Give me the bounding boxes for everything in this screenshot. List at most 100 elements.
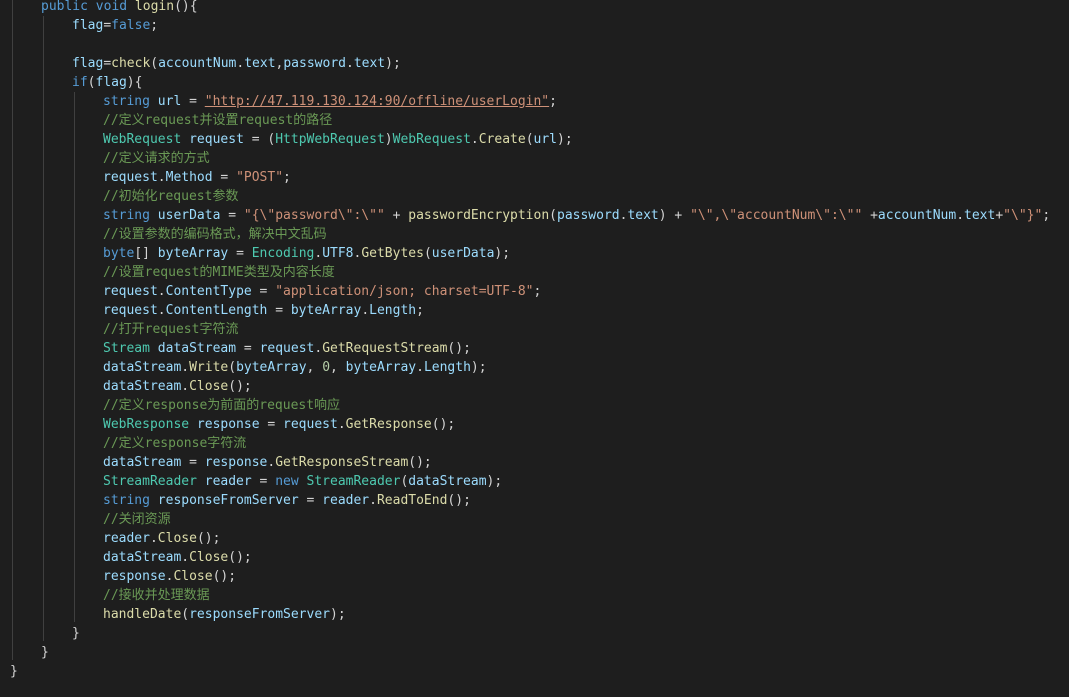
code-line[interactable]: dataStream = response.GetResponseStream(… [103,453,432,472]
code-token: = [267,303,291,318]
code-token: . [157,284,166,299]
code-token: userData [431,246,495,261]
code-line[interactable]: //设置参数的编码格式，解决中文乱码 [103,225,327,244]
code-token: = [259,417,284,432]
code-line[interactable]: //设置request的MIME类型及内容长度 [103,263,335,282]
code-editor[interactable]: public void login(){flag=false; flag=chec… [0,0,1069,697]
code-token: text [353,56,386,71]
code-token: = [103,18,112,33]
code-token: (); [408,455,432,470]
code-token: (); [212,569,237,584]
code-token: //关闭资源 [103,512,171,527]
code-token: //定义response字符流 [103,436,247,451]
code-line[interactable]: flag=check(accountNum.text,password.text… [72,54,401,73]
code-line[interactable]: request.ContentType = "application/json;… [103,282,541,301]
code-token: + [384,208,409,223]
code-token: byteArray [236,360,307,375]
code-line[interactable]: //打开request字符流 [103,320,238,339]
code-line[interactable]: //定义response为前面的request响应 [103,396,340,415]
code-token: Length [369,303,417,318]
code-token: "http://47.119.130.124:90/offline/userLo… [204,94,550,109]
code-line[interactable]: //定义请求的方式 [103,149,210,168]
code-token: ; [549,94,557,109]
code-line[interactable]: string responseFromServer = reader.ReadT… [103,491,471,510]
code-token: accountNum [877,208,957,223]
code-token: = [212,170,237,185]
code-token: ContentType [165,284,252,299]
code-line[interactable]: dataStream.Write(byteArray, 0, byteArray… [103,358,487,377]
code-token: GetResponseStream [275,455,409,470]
code-token: . [157,170,166,185]
code-token: (); [431,417,456,432]
code-line[interactable]: //定义request并设置request的路径 [103,111,332,130]
code-token: UTF8 [322,246,354,261]
code-token: ; [283,170,291,185]
code-token: response [103,569,166,584]
code-token: . [149,531,158,546]
code-token: flag [95,75,127,90]
code-line[interactable]: public void login(){ [41,0,198,16]
code-line[interactable]: request.Method = "POST"; [103,168,291,187]
code-token: ){ [126,75,143,90]
code-token: . [181,360,190,375]
code-line[interactable]: string url = "http://47.119.130.124:90/o… [103,92,557,111]
code-token: = [251,284,276,299]
code-token: flag [72,18,104,33]
code-token: dataStream [103,360,182,375]
code-token: , [306,360,323,375]
code-line[interactable]: //初始化request参数 [103,187,238,206]
code-token: dataStream [408,474,487,489]
code-line[interactable]: handleDate(responseFromServer); [103,605,346,624]
code-line[interactable]: dataStream.Close(); [103,377,252,396]
code-token: request [103,284,158,299]
code-token: WebRequest [392,132,471,147]
code-token: public void [41,0,135,14]
code-token: Method [165,170,213,185]
code-token: . [361,303,370,318]
code-token: "application/json; charset=UTF-8" [275,284,534,299]
code-line[interactable]: Stream dataStream = request.GetRequestSt… [103,339,471,358]
code-line[interactable]: byte[] byteArray = Encoding.UTF8.GetByte… [103,244,510,263]
code-token: string [103,493,158,508]
code-line[interactable]: reader.Close(); [103,529,220,548]
code-token: StreamReader [306,474,401,489]
code-line[interactable]: response.Close(); [103,567,236,586]
code-token: } [41,645,49,660]
code-line[interactable]: WebRequest request = (HttpWebRequest)Web… [103,130,573,149]
code-line[interactable]: WebResponse response = request.GetRespon… [103,415,455,434]
code-line[interactable]: } [41,643,49,662]
code-line[interactable]: //关闭资源 [103,510,171,529]
code-line[interactable]: //定义response字符流 [103,434,246,453]
code-line[interactable]: dataStream.Close(); [103,548,252,567]
code-line[interactable]: } [10,662,18,681]
code-token: response [204,455,268,470]
code-token: ) [384,132,393,147]
code-token: text [627,208,659,223]
code-token: . [181,550,190,565]
code-token: request [283,417,338,432]
code-token: ; [150,18,159,33]
code-token: . [470,132,479,147]
code-line[interactable]: //接收并处理数据 [103,586,210,605]
code-token: = [103,56,112,71]
code-token: . [337,417,346,432]
code-line[interactable]: if(flag){ [72,73,142,92]
code-line[interactable]: flag=false; [72,16,158,35]
code-token: "POST" [236,170,284,185]
code-token: + [995,208,1004,223]
code-token: ( [228,360,237,375]
code-token: ( [150,56,159,71]
code-token: ; [533,284,542,299]
code-token: "\",\"accountNum\":\"" [690,208,863,223]
code-token: response [196,417,260,432]
code-token: password [557,208,620,223]
code-token: (){ [174,0,198,14]
code-line[interactable]: string userData = "{\"password\":\"" + p… [103,206,1050,225]
code-line[interactable]: StreamReader reader = new StreamReader(d… [103,472,502,491]
code-token: accountNum [158,56,237,71]
code-token: //定义请求的方式 [103,151,210,166]
code-line[interactable]: request.ContentLength = byteArray.Length… [103,301,424,320]
code-token: . [369,493,377,508]
code-token: false [111,18,151,33]
code-line[interactable]: } [72,624,80,643]
